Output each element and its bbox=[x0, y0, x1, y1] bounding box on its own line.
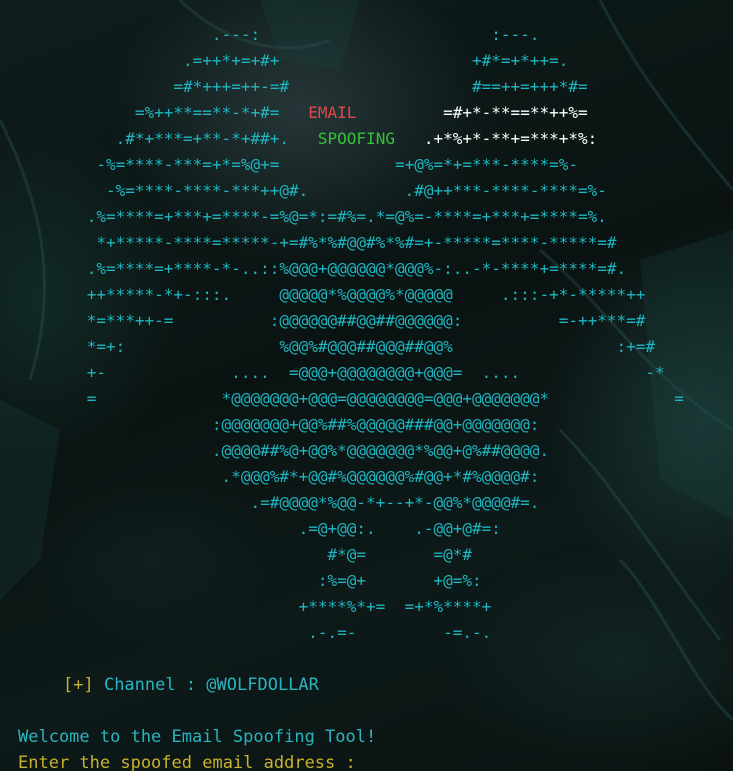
ascii-art-row: .---: :---. bbox=[0, 22, 684, 48]
ascii-art-row: .=@+@@:. .-@@+@#=: bbox=[0, 516, 684, 542]
ascii-art-segment: .#*+***=+**-*+##+. bbox=[0, 129, 318, 148]
ascii-art-segment: +****%*+= =+*%****+ bbox=[0, 597, 492, 616]
ascii-art-segment: =#*+++=++-=# #==++=+++*#= bbox=[0, 77, 588, 96]
ascii-art-row: .=#@@@@*%@@-*+--+*-@@%*@@@@#=. bbox=[0, 490, 684, 516]
ascii-art-row: = *@@@@@@@+@@@=@@@@@@@@=@@@+@@@@@@@* = bbox=[0, 386, 684, 412]
ascii-art-segment: #*@= =@*# bbox=[0, 545, 473, 564]
ascii-art-segment: -%=****-***=+*=%@+= =+@%=*+=***-****=%- bbox=[0, 155, 578, 174]
email-input-prompt[interactable]: Enter the spoofed email address : bbox=[18, 752, 366, 771]
ascii-art-segment: .---: :---. bbox=[0, 25, 540, 44]
ascii-art-segment: +- .... =@@@+@@@@@@@@+@@@= .... -* bbox=[0, 363, 665, 382]
ascii-art-segment: .=++*+=+#+ +#*=+*++=. bbox=[0, 51, 569, 70]
ascii-art-row: +****%*+= =+*%****+ bbox=[0, 594, 684, 620]
ascii-art-row: =%++**==**-*+#= EMAIL =#+*-**==**++%= bbox=[0, 100, 684, 126]
ascii-art-segment: ++*****-*+-:::. @@@@@*%@@@@%*@@@@@ .:::-… bbox=[0, 285, 646, 304]
ascii-art-row: -%=****-****-***++@#. .#@++***-****-****… bbox=[0, 178, 684, 204]
ascii-art-row: =#*+++=++-=# #==++=+++*#= bbox=[0, 74, 684, 100]
terminal-window: .---: :---. .=++*+=+#+ +#*=+*++=. =#*+++… bbox=[0, 0, 733, 771]
ascii-art-segment: .=@+@@:. .-@@+@#=: bbox=[0, 519, 501, 538]
ascii-art-row: *=***++-= :@@@@@@##@@##@@@@@@: =-++***=# bbox=[0, 308, 684, 334]
ascii-art-row: +- .... =@@@+@@@@@@@@+@@@= .... -* bbox=[0, 360, 684, 386]
channel-line: [+] Channel : @WOLFDOLLAR bbox=[63, 674, 319, 696]
ascii-art-segment: *=+: %@@%#@@@##@@@##@@% :+=# bbox=[0, 337, 656, 356]
ascii-art-row: #*@= =@*# bbox=[0, 542, 684, 568]
ascii-art-row: .%=****=+****-*-..::%@@@+@@@@@@*@@@%-:..… bbox=[0, 256, 684, 282]
ascii-art-segment: .=#@@@@*%@@-*+--+*-@@%*@@@@#=. bbox=[0, 493, 540, 512]
ascii-art-segment bbox=[395, 129, 424, 148]
ascii-art-row: *+*****-****=*****-+=#%*%#@@#%*%#=+-****… bbox=[0, 230, 684, 256]
ascii-art-row: *=+: %@@%#@@@##@@@##@@% :+=# bbox=[0, 334, 684, 360]
ascii-art-row: ++*****-*+-:::. @@@@@*%@@@@%*@@@@@ .:::-… bbox=[0, 282, 684, 308]
ascii-art-segment: *=***++-= :@@@@@@##@@##@@@@@@: =-++***=# bbox=[0, 311, 646, 330]
ascii-art-segment: *+*****-****=*****-+=#%*%#@@#%*%#=+-****… bbox=[0, 233, 617, 252]
ascii-art-label: .+*%+*-**+=***+*%: bbox=[423, 129, 598, 148]
ascii-art-segment: .%=****=+****-*-..::%@@@+@@@@@@*@@@%-:..… bbox=[0, 259, 627, 278]
ascii-art-label: EMAIL bbox=[308, 103, 357, 122]
ascii-art-label: SPOOFING bbox=[317, 129, 395, 148]
ascii-art-row: .*@@@%#*+@@#%@@@@@@%#@@+*#%@@@@#: bbox=[0, 464, 684, 490]
ascii-art-row: .-.=- -=.-. bbox=[0, 620, 684, 646]
ascii-art-segment: =%++**==**-*+#= bbox=[0, 103, 309, 122]
ascii-art-segment bbox=[356, 103, 443, 122]
ascii-art-row: .%=****=+***+=****-=%@=*:=#%=.*=@%=-****… bbox=[0, 204, 684, 230]
channel-text: Channel : @WOLFDOLLAR bbox=[93, 675, 319, 695]
ascii-art-segment: :@@@@@@@+@@%##%@@@@@###@@+@@@@@@@: bbox=[0, 415, 540, 434]
ascii-art-banner: .---: :---. .=++*+=+#+ +#*=+*++=. =#*+++… bbox=[0, 22, 684, 646]
ascii-art-row: :%=@+ +@=%: bbox=[0, 568, 684, 594]
ascii-art-row: .=++*+=+#+ +#*=+*++=. bbox=[0, 48, 684, 74]
welcome-message: Welcome to the Email Spoofing Tool! bbox=[18, 727, 377, 747]
ascii-art-segment: :%=@+ +@=%: bbox=[0, 571, 482, 590]
ascii-art-segment: -%=****-****-***++@#. .#@++***-****-****… bbox=[0, 181, 607, 200]
ascii-art-label: =#+*-**==**++%= bbox=[443, 103, 588, 122]
ascii-art-row: .@@@@##%@+@@%*@@@@@@@*%@@+@%##@@@@. bbox=[0, 438, 684, 464]
ascii-art-segment: .-.=- -=.-. bbox=[0, 623, 492, 642]
ascii-art-row: -%=****-***=+*=%@+= =+@%=*+=***-****=%- bbox=[0, 152, 684, 178]
ascii-art-row: :@@@@@@@+@@%##%@@@@@###@@+@@@@@@@: bbox=[0, 412, 684, 438]
ascii-art-segment: .%=****=+***+=****-=%@=*:=#%=.*=@%=-****… bbox=[0, 207, 607, 226]
channel-bullet: [+] bbox=[63, 675, 94, 695]
ascii-art-segment: .@@@@##%@+@@%*@@@@@@@*%@@+@%##@@@@. bbox=[0, 441, 550, 460]
ascii-art-row: .#*+***=+**-*+##+. SPOOFING .+*%+*-**+=*… bbox=[0, 126, 684, 152]
ascii-art-segment: .*@@@%#*+@@#%@@@@@@%#@@+*#%@@@@#: bbox=[0, 467, 540, 486]
ascii-art-segment: = *@@@@@@@+@@@=@@@@@@@@=@@@+@@@@@@@* = bbox=[0, 389, 684, 408]
